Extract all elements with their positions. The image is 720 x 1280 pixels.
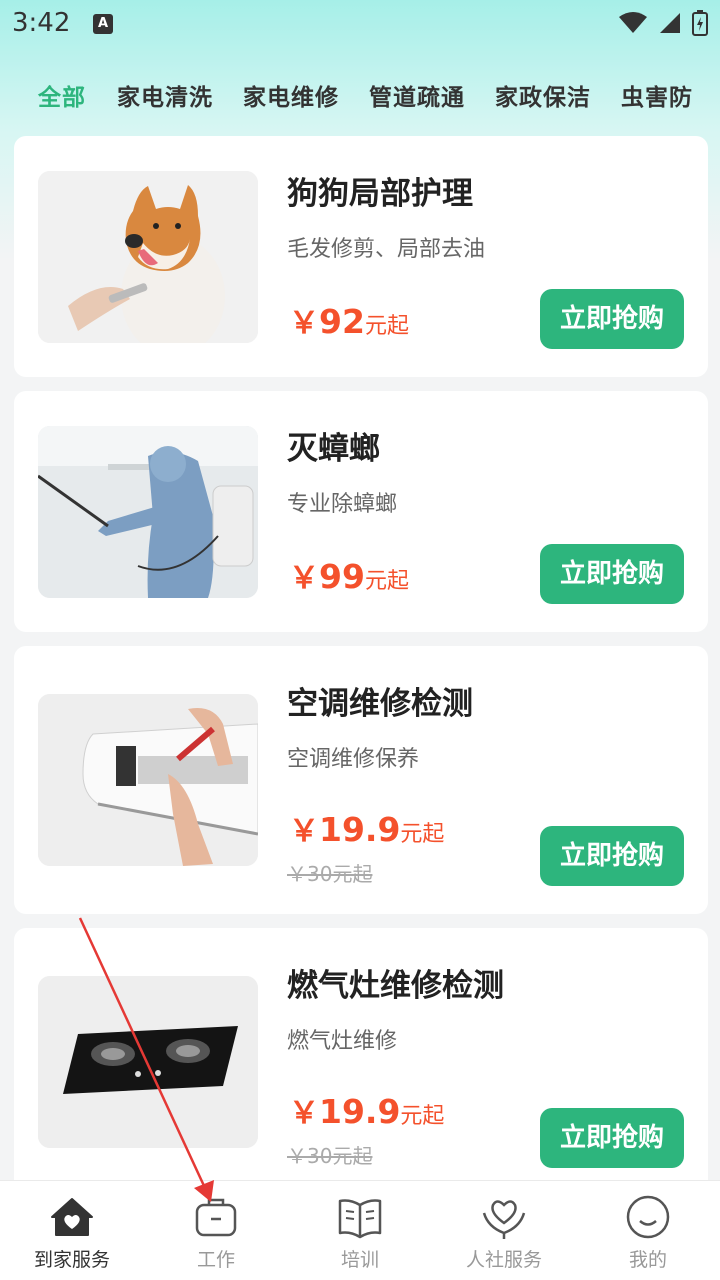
notification-a-icon: A xyxy=(93,14,113,34)
battery-icon xyxy=(692,10,708,36)
product-price: ￥19.9元起 xyxy=(289,806,444,850)
status-time: 3:42 xyxy=(12,8,71,38)
price-symbol: ￥ xyxy=(289,814,319,849)
nav-mine[interactable]: 我的 xyxy=(576,1181,720,1280)
wifi-icon xyxy=(619,12,647,33)
home-heart-icon xyxy=(51,1198,93,1236)
product-card[interactable]: 空调维修检测 空调维修保养 ￥19.9元起 ￥30元起 立即抢购 xyxy=(14,646,708,914)
price-value: 19.9 xyxy=(319,810,401,849)
nav-social-service[interactable]: 人社服务 xyxy=(432,1181,576,1280)
product-image-pest-control xyxy=(38,426,258,598)
nav-training[interactable]: 培训 xyxy=(288,1181,432,1280)
price-value: 92 xyxy=(319,302,365,341)
tab-housekeeping[interactable]: 家政保洁 xyxy=(495,78,591,112)
heart-hands-icon xyxy=(482,1200,526,1239)
tab-pest-control[interactable]: 虫害防 xyxy=(621,78,693,112)
price-unit: 元起 xyxy=(364,314,409,339)
briefcase-icon xyxy=(195,1198,237,1237)
price-symbol: ￥ xyxy=(289,1096,319,1131)
bottom-navigation: 到家服务 工作 培训 人社服务 我的 xyxy=(0,1180,720,1280)
tab-pipe-dredging[interactable]: 管道疏通 xyxy=(369,78,465,112)
product-price: ￥99元起 xyxy=(289,553,409,597)
product-price: ￥92元起 xyxy=(289,298,409,342)
product-subtitle: 毛发修剪、局部去油 xyxy=(287,237,486,262)
price-unit: 元起 xyxy=(400,1104,445,1129)
price-value: 19.9 xyxy=(319,1092,401,1131)
original-price: ￥30元起 xyxy=(287,862,373,886)
buy-now-button[interactable]: 立即抢购 xyxy=(540,289,684,349)
buy-now-button[interactable]: 立即抢购 xyxy=(540,826,684,886)
nav-label: 培训 xyxy=(340,1249,379,1271)
product-card[interactable]: 灭蟑螂 专业除蟑螂 ￥99元起 立即抢购 xyxy=(14,391,708,632)
product-card[interactable]: 狗狗局部护理 毛发修剪、局部去油 ￥92元起 立即抢购 xyxy=(14,136,708,377)
price-symbol: ￥ xyxy=(289,306,319,341)
nav-label: 我的 xyxy=(628,1249,667,1271)
nav-label: 人社服务 xyxy=(465,1249,542,1271)
nav-work[interactable]: 工作 xyxy=(144,1181,288,1280)
category-tabs: 全部 家电清洗 家电维修 管道疏通 家政保洁 虫害防 xyxy=(0,70,720,118)
price-value: 99 xyxy=(319,557,365,596)
product-image-gas-stove xyxy=(38,976,258,1148)
price-symbol: ￥ xyxy=(289,561,319,596)
nav-label: 到家服务 xyxy=(33,1249,110,1271)
status-bar: 3:42 A xyxy=(0,0,720,48)
price-unit: 元起 xyxy=(364,569,409,594)
price-unit: 元起 xyxy=(400,822,445,847)
product-title[interactable]: 燃气灶维修检测 xyxy=(287,960,504,1005)
product-title[interactable]: 狗狗局部护理 xyxy=(287,168,473,213)
product-subtitle: 空调维修保养 xyxy=(287,747,420,772)
product-price: ￥19.9元起 xyxy=(289,1088,444,1132)
book-icon xyxy=(338,1199,382,1239)
original-price: ￥30元起 xyxy=(287,1144,373,1168)
buy-now-button[interactable]: 立即抢购 xyxy=(540,544,684,604)
tab-appliance-cleaning[interactable]: 家电清洗 xyxy=(117,78,213,112)
product-subtitle: 专业除蟑螂 xyxy=(287,492,398,517)
product-image-dog-grooming xyxy=(38,171,258,343)
product-image-air-conditioner xyxy=(38,694,258,866)
product-title[interactable]: 空调维修检测 xyxy=(287,678,473,723)
nav-label: 工作 xyxy=(196,1249,235,1271)
product-title[interactable]: 灭蟑螂 xyxy=(287,423,380,468)
smiley-profile-icon xyxy=(626,1195,670,1239)
tab-all[interactable]: 全部 xyxy=(38,78,86,112)
nav-home-service[interactable]: 到家服务 xyxy=(0,1181,144,1280)
product-card[interactable]: 燃气灶维修检测 燃气灶维修 ￥19.9元起 ￥30元起 立即抢购 xyxy=(14,928,708,1196)
status-icons xyxy=(618,10,708,36)
signal-icon xyxy=(660,13,680,33)
tab-appliance-repair[interactable]: 家电维修 xyxy=(243,78,339,112)
buy-now-button[interactable]: 立即抢购 xyxy=(540,1108,684,1168)
product-subtitle: 燃气灶维修 xyxy=(287,1029,398,1054)
